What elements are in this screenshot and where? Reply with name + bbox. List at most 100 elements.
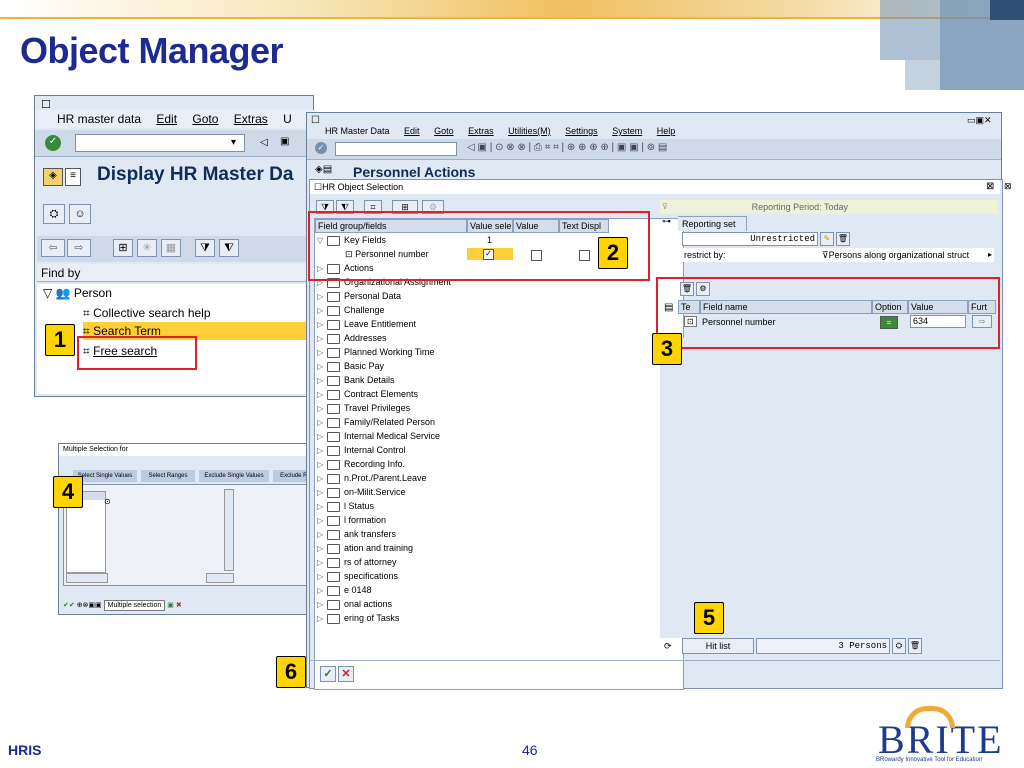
expand-icon[interactable]: ✳ [137, 239, 157, 257]
delete-icon[interactable]: 🗑 [908, 638, 922, 654]
tree-icon[interactable]: ⊶ [662, 216, 671, 227]
tree-item-label: Collective search help [93, 306, 211, 320]
refresh-icon[interactable]: ⟳ [664, 639, 672, 653]
tree-node[interactable]: ▷ ering of Tasks [317, 611, 399, 626]
doc-icon[interactable]: ≡ [65, 168, 81, 186]
arrow-left-icon[interactable]: ⇦ [41, 239, 65, 257]
multiple-selection-button[interactable]: Multiple selection [103, 600, 166, 611]
close-icon[interactable]: ⊠ [986, 181, 994, 192]
tree-node[interactable]: ▷ rs of attorney [317, 555, 397, 570]
ok-icon[interactable]: ▣ [167, 602, 174, 609]
horizontal-scrollbar[interactable] [66, 573, 108, 583]
tree-node[interactable]: ▷ Contract Elements [317, 387, 418, 402]
toolbar-icons[interactable]: ⊕⊗▣▣ [77, 602, 102, 609]
horizontal-scrollbar[interactable] [206, 573, 234, 583]
menu-edit[interactable]: Edit [156, 112, 177, 126]
menu-extras[interactable]: Extras [468, 126, 494, 136]
back-icon[interactable]: ◁ [260, 136, 268, 150]
expand-icon: ▷ [317, 432, 324, 441]
expand-icon: ▷ [317, 418, 324, 427]
tree-node[interactable]: ▷ Personal Data [317, 289, 401, 304]
tree-item-collective-search[interactable]: ⌗ Collective search help [83, 304, 211, 322]
reporting-set-field[interactable]: Unrestricted [682, 232, 818, 246]
tree-node[interactable]: ▷ Family/Related Person [317, 415, 435, 430]
expand-all-icon[interactable]: ⧨ [219, 239, 239, 257]
folder-icon [327, 473, 340, 484]
tab-exclude-single-values[interactable]: Exclude Single Values [199, 470, 269, 482]
menu-help[interactable]: Help [657, 126, 676, 136]
tree-node[interactable]: ▷ Internal Control [317, 443, 406, 458]
tree-node[interactable]: ▷ ank transfers [317, 527, 396, 542]
slide-title: Object Manager [20, 30, 284, 71]
tree-node-person[interactable]: ▽ 👥 Person [43, 284, 112, 302]
command-field[interactable] [75, 134, 245, 152]
tree-node[interactable]: ▷ l formation [317, 513, 386, 528]
folder-icon [327, 571, 340, 582]
folder-icon [327, 375, 340, 386]
window-controls[interactable]: ▭▣✕ [967, 115, 992, 126]
cancel-icon[interactable]: ✖ [176, 602, 182, 609]
menu-system[interactable]: System [612, 126, 642, 136]
dropdown-icon[interactable]: ▾ [231, 136, 236, 150]
folder-icon [327, 361, 340, 372]
save-icon[interactable]: ▣ [280, 135, 289, 149]
tree-icon[interactable]: ⊞ [113, 239, 133, 257]
menu-u[interactable]: U [283, 112, 292, 126]
tree-node[interactable]: ▷ Internal Medical Service [317, 429, 440, 444]
menu-extras[interactable]: Extras [234, 112, 268, 126]
tree-node[interactable]: ▷ Recording Info. [317, 457, 405, 472]
tree-node[interactable]: ▷ on-Milit.Service [317, 485, 406, 500]
select-icon[interactable]: ⊙ [104, 497, 111, 506]
menu-hr-master-data[interactable]: HR Master Data [325, 126, 390, 136]
menu-goto[interactable]: Goto [192, 112, 218, 126]
menu-hr-master-data[interactable]: HR master data [57, 112, 141, 126]
arrow-right-icon[interactable]: ⇨ [67, 239, 91, 257]
filter-icon[interactable]: ⊽ [662, 202, 668, 211]
actions-icon[interactable]: ◈ [43, 168, 63, 186]
edit-icon[interactable]: ✎ [820, 232, 834, 246]
delete-icon[interactable]: 🗑 [836, 232, 850, 246]
command-field[interactable] [335, 142, 457, 156]
confirm-icon[interactable]: ✓ [320, 666, 336, 682]
tree-node[interactable]: ▷ ation and training [317, 541, 413, 556]
tree-node[interactable]: ▷ l Status [317, 499, 374, 514]
menu-utilities[interactable]: Utilities(M) [508, 126, 551, 136]
tree-node[interactable]: ▷ Basic Pay [317, 359, 384, 374]
vertical-scrollbar[interactable] [224, 489, 234, 571]
menu-goto[interactable]: Goto [434, 126, 454, 136]
actions-icon[interactable]: ◈▤ [315, 164, 332, 175]
restrict-by-value[interactable]: ⊽Persons along organizational struct [822, 248, 990, 262]
confirm-icon[interactable]: ✔✔ [63, 602, 75, 609]
handshake-icon[interactable]: ⛭ [892, 638, 906, 654]
tree-node[interactable]: ▷ Planned Working Time [317, 345, 434, 360]
reporting-set-row: ⊶ Reporting set [660, 216, 998, 231]
collapse-icon[interactable]: ⧩ [195, 239, 215, 257]
folder-icon [327, 599, 340, 610]
tree-node[interactable]: ▷ n.Prot./Parent.Leave [317, 471, 427, 486]
menu-edit[interactable]: Edit [404, 126, 420, 136]
tree-node-label: Bank Details [344, 375, 395, 385]
enter-icon[interactable]: ✓ [315, 142, 327, 154]
tree-node[interactable]: ▷ Challenge [317, 303, 385, 318]
toolbar-icons[interactable]: ◁ ▣ | ⊙ ⊗ ⊗ | ⎙ ⌗ ⌗ | ⊕ ⊕ ⊕ ⊕ | ▣ ▣ | ⊚ … [467, 142, 667, 153]
restrict-by-label: restrict by: [684, 250, 726, 260]
tab-reporting-set[interactable]: Reporting set [678, 216, 747, 231]
tree-node[interactable]: ▷ Addresses [317, 331, 387, 346]
person-icon[interactable]: ☺ [69, 204, 91, 224]
tree-node[interactable]: ▷ Leave Entitlement [317, 317, 416, 332]
close-icon[interactable]: ⊠ [1004, 181, 1012, 192]
tree-node[interactable]: ▷ onal actions [317, 597, 392, 612]
tree-node[interactable]: ▷ e 0148 [317, 583, 372, 598]
enter-icon[interactable]: ✓ [45, 135, 61, 151]
grid-icon[interactable]: ▦ [161, 239, 181, 257]
arrow-right-icon[interactable]: ▸ [988, 248, 992, 262]
tree-node[interactable]: ▷ Travel Privileges [317, 401, 410, 416]
tree-node[interactable]: ▷ specifications [317, 569, 398, 584]
folder-icon [327, 319, 340, 330]
menu-settings[interactable]: Settings [565, 126, 598, 136]
handshake-icon[interactable]: ⛭ [43, 204, 65, 224]
tab-select-ranges[interactable]: Select Ranges [141, 470, 195, 482]
cancel-icon[interactable]: ✕ [338, 666, 354, 682]
hit-list-button[interactable]: Hit list [682, 638, 754, 654]
tree-node[interactable]: ▷ Bank Details [317, 373, 395, 388]
